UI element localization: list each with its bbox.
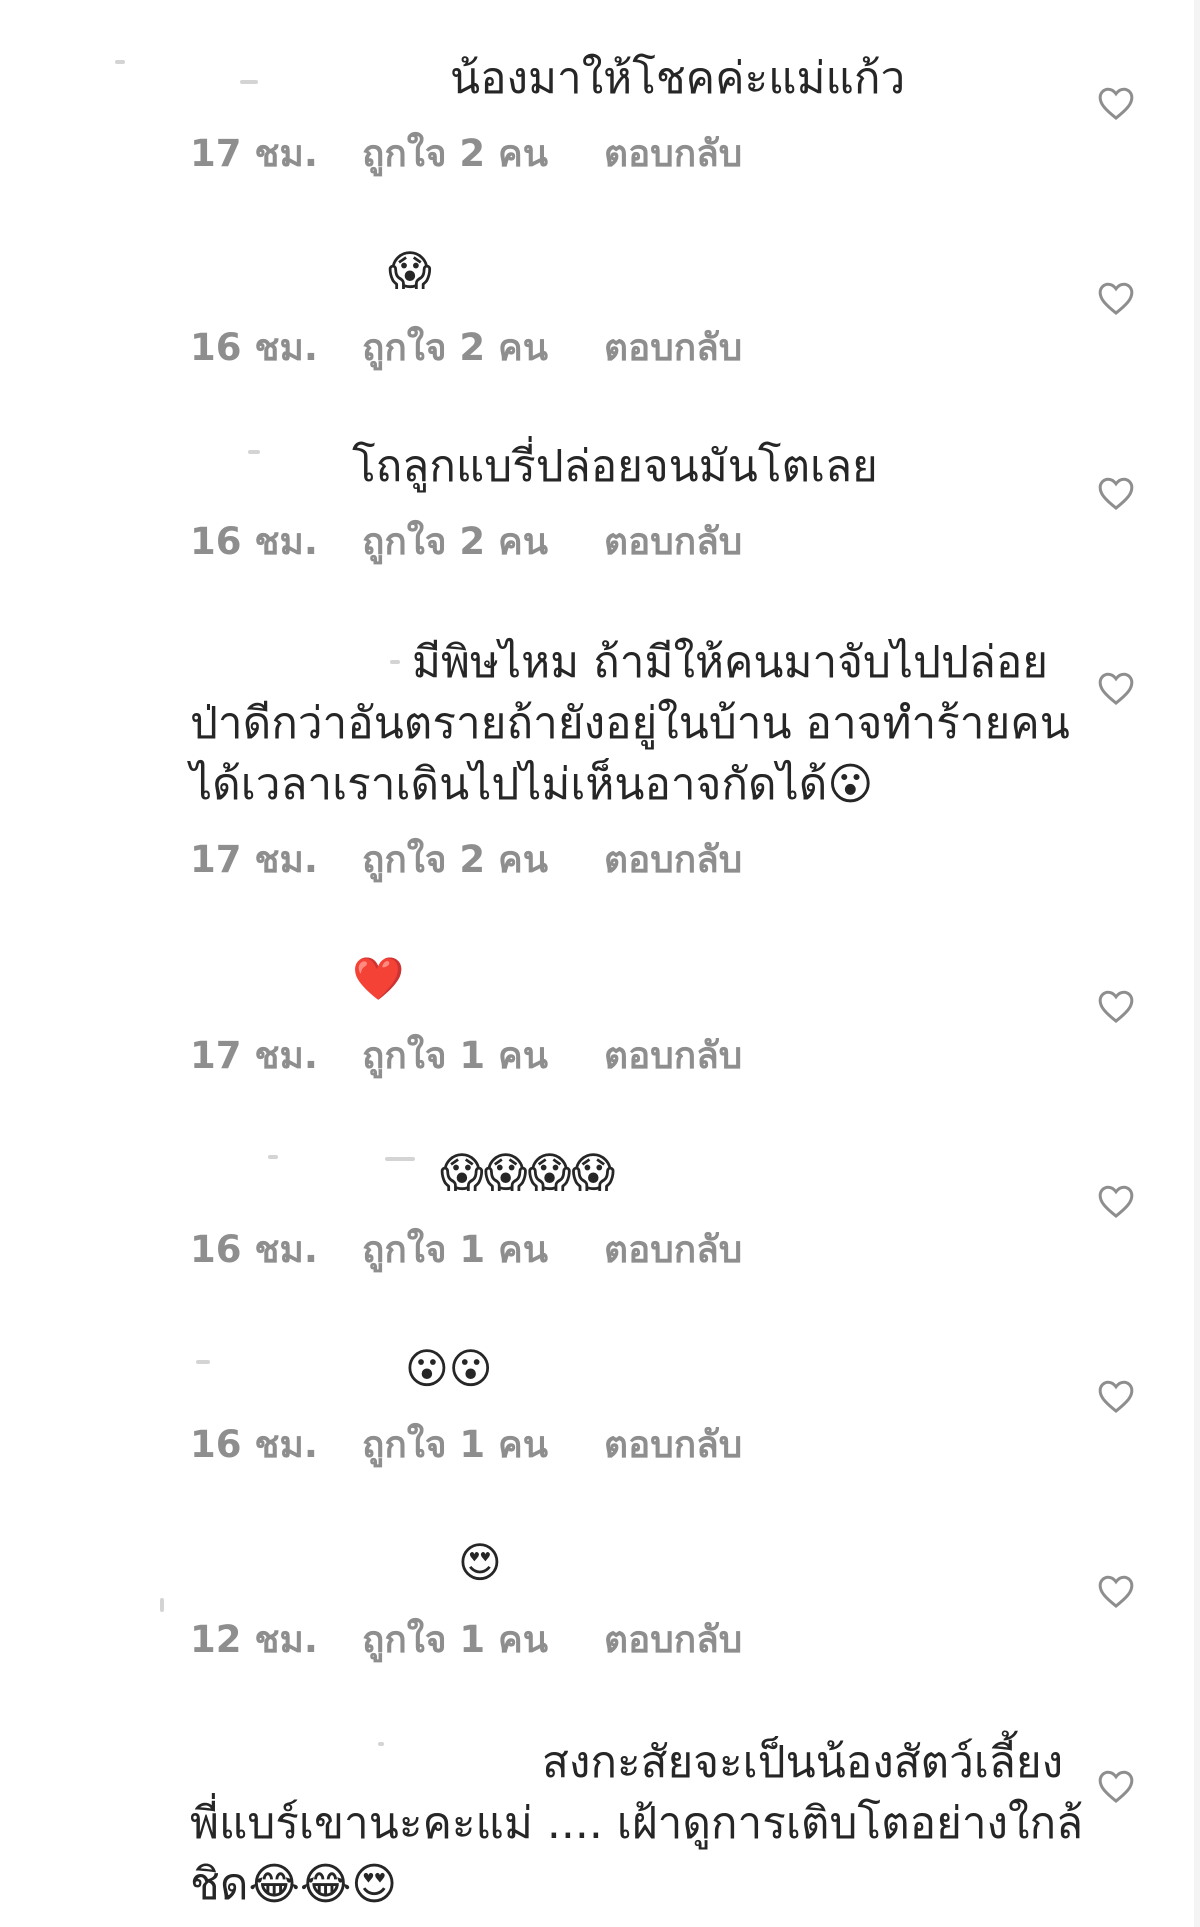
heart-icon[interactable] xyxy=(1097,1183,1135,1219)
reply-button[interactable]: ตอบกลับ xyxy=(604,1220,742,1279)
comment-line: 😱 xyxy=(388,246,432,295)
comment-meta: 16 ชม. ถูกใจ 1 คน ตอบกลับ xyxy=(190,1220,742,1279)
comment-line: มีพิษไหม ถ้ามีให้คนมาจับไปปล่อย xyxy=(412,637,1049,688)
comment-meta: 16 ชม. ถูกใจ 1 คน ตอบกลับ xyxy=(190,1415,742,1474)
like-count-link[interactable]: ถูกใจ 1 คน xyxy=(362,1220,604,1279)
blurred-username xyxy=(115,60,125,64)
reply-button[interactable]: ตอบกลับ xyxy=(604,1415,742,1474)
comment-line: 😱😱😱😱 xyxy=(440,1148,616,1197)
comment-time: 16 ชม. xyxy=(190,1228,318,1271)
blurred-username xyxy=(160,1598,164,1612)
blurred-username xyxy=(268,1155,278,1159)
comment-meta: 12 ชม. ถูกใจ 1 คน ตอบกลับ xyxy=(190,1610,742,1669)
blurred-username xyxy=(385,1157,415,1161)
blurred-username xyxy=(196,1360,210,1364)
comment-time: 17 ชม. xyxy=(190,132,318,175)
comment-line: สงกะสัยจะเป็นน้องสัตว์เลี้ยง xyxy=(542,1737,1064,1788)
heart-icon[interactable] xyxy=(1097,280,1135,316)
comment-time: 16 ชม. xyxy=(190,326,318,369)
blurred-username xyxy=(248,450,260,454)
comment-meta: 16 ชม. ถูกใจ 2 คน ตอบกลับ xyxy=(190,512,742,571)
comment-text: โถลูกแบรี่ปล่อยจนมันโตเลย xyxy=(352,436,1200,497)
like-count-link[interactable]: ถูกใจ 1 คน xyxy=(362,1026,604,1085)
reply-button[interactable]: ตอบกลับ xyxy=(604,124,742,183)
like-count-link[interactable]: ถูกใจ 2 คน xyxy=(362,318,604,377)
heart-icon[interactable] xyxy=(1097,475,1135,511)
blurred-username xyxy=(240,80,258,84)
comment-line: น้องมาให้โชคค่ะแม่แก้ว xyxy=(450,53,906,104)
comment-text: มีพิษไหม ถ้ามีให้คนมาจับไปปล่อย ป่าดีกว่… xyxy=(190,632,1070,815)
comment-line: ป่าดีกว่าอันตรายถ้ายังอยู่ในบ้าน อาจทำร้… xyxy=(190,698,1070,749)
comment-time: 16 ชม. xyxy=(190,1423,318,1466)
comment-line: โถลูกแบรี่ปล่อยจนมันโตเลย xyxy=(352,441,878,492)
heart-icon[interactable] xyxy=(1097,1573,1135,1609)
comment-line: 😍 xyxy=(458,1538,502,1587)
comment-line: 😮😮 xyxy=(405,1344,493,1393)
comment-meta: 17 ชม. ถูกใจ 2 คน ตอบกลับ xyxy=(190,830,742,889)
heart-icon[interactable] xyxy=(1097,670,1135,706)
comment-text: 😱 xyxy=(388,240,1200,301)
comment-meta: 17 ชม. ถูกใจ 2 คน ตอบกลับ xyxy=(190,124,742,183)
reply-button[interactable]: ตอบกลับ xyxy=(604,830,742,889)
comment-time: 17 ชม. xyxy=(190,838,318,881)
comment-text: ❤️ xyxy=(352,948,1200,1009)
heart-icon[interactable] xyxy=(1097,85,1135,121)
reply-button[interactable]: ตอบกลับ xyxy=(604,318,742,377)
comment-text: สงกะสัยจะเป็นน้องสัตว์เลี้ยง พี่แบร์เขาน… xyxy=(190,1732,1084,1915)
comment-line: ได้เวลาเราเดินไปไม่เห็นอาจกัดได้😮 xyxy=(190,759,874,810)
like-count-link[interactable]: ถูกใจ 2 คน xyxy=(362,512,604,571)
heart-icon[interactable] xyxy=(1097,1768,1135,1804)
like-count-link[interactable]: ถูกใจ 1 คน xyxy=(362,1610,604,1669)
comment-line: ชิด😂😂😍 xyxy=(190,1859,398,1910)
comment-time: 17 ชม. xyxy=(190,1034,318,1077)
comment-text: น้องมาให้โชคค่ะแม่แก้ว xyxy=(450,48,1200,109)
comment-meta: 17 ชม. ถูกใจ 1 คน ตอบกลับ xyxy=(190,1026,742,1085)
heart-icon[interactable] xyxy=(1097,1378,1135,1414)
heart-icon[interactable] xyxy=(1097,988,1135,1024)
comment-line: พี่แบร์เขานะคะแม่ .... เฝ้าดูการเติบโตอย… xyxy=(190,1798,1084,1849)
reply-button[interactable]: ตอบกลับ xyxy=(604,1026,742,1085)
comment-text: 😍 xyxy=(458,1532,1200,1593)
like-count-link[interactable]: ถูกใจ 1 คน xyxy=(362,1415,604,1474)
reply-button[interactable]: ตอบกลับ xyxy=(604,1610,742,1669)
comment-text: 😱😱😱😱 xyxy=(440,1142,1200,1203)
reply-button[interactable]: ตอบกลับ xyxy=(604,512,742,571)
comment-meta: 16 ชม. ถูกใจ 2 คน ตอบกลับ xyxy=(190,318,742,377)
comment-line: ❤️ xyxy=(352,954,405,1003)
comment-time: 16 ชม. xyxy=(190,520,318,563)
comment-time: 12 ชม. xyxy=(190,1618,318,1661)
like-count-link[interactable]: ถูกใจ 2 คน xyxy=(362,124,604,183)
like-count-link[interactable]: ถูกใจ 2 คน xyxy=(362,830,604,889)
comment-text: 😮😮 xyxy=(405,1338,1200,1399)
